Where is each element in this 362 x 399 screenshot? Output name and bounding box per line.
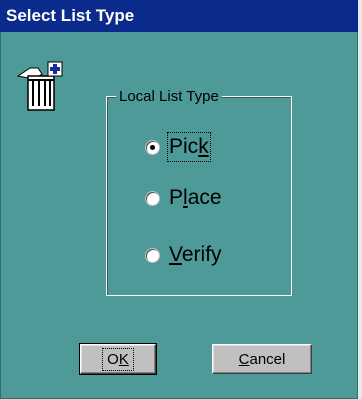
groupbox-label: Local List Type (116, 88, 222, 106)
cancel-button[interactable]: Cancel (212, 344, 312, 374)
cancel-button-label: Cancel (238, 350, 286, 368)
radio-label-place: Place (169, 186, 222, 209)
ok-button[interactable]: OK (79, 343, 157, 375)
radio-button-place[interactable] (146, 191, 159, 205)
radio-place[interactable]: Place (146, 183, 222, 213)
radio-button-pick[interactable] (146, 140, 159, 154)
radio-button-verify[interactable] (146, 248, 159, 262)
radio-label-verify: Verify (169, 243, 222, 266)
radio-verify[interactable]: Verify (146, 240, 222, 270)
title-bar[interactable]: Select List Type (0, 0, 358, 32)
list-add-icon (16, 54, 78, 116)
radio-label-pick: Pick (167, 132, 211, 162)
radio-pick[interactable]: Pick (146, 132, 211, 162)
ok-button-label: OK (102, 347, 134, 371)
window-title: Select List Type (6, 6, 135, 25)
dialog-window: Select List Type Local List Type Pick Pl… (0, 0, 358, 399)
